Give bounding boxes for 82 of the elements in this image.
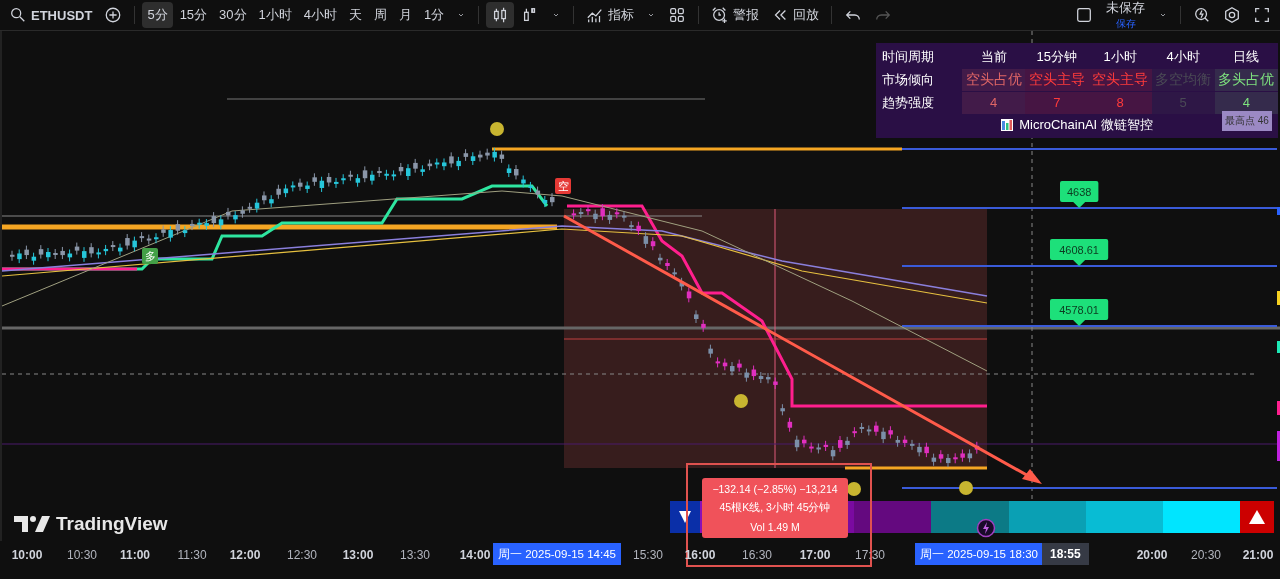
down-triangle-icon [679,511,691,523]
time-axis-label: 15:30 [633,548,663,562]
highest-point-tag: 最高点 46 [1222,111,1272,131]
interval-button[interactable]: 周 [369,2,393,28]
tooltip-text: 45根K线, 3小时 45分钟 [718,501,832,515]
symbol-search-button[interactable]: ETHUSDT [4,2,98,28]
interval-button[interactable]: 5分 [142,2,173,28]
time-axis-label: 16:30 [742,548,772,562]
price-scale-marker [1277,401,1280,415]
price-level-tag: 4578.01 [1049,299,1109,326]
time-axis-label: 10:00 [11,548,43,562]
search-icon [9,6,27,24]
alert-button[interactable]: 警报 [706,2,765,28]
watermark-logo-text: TradingView [56,513,168,535]
up-triangle-icon [1249,510,1265,524]
time-axis-label: 21:00 [1242,548,1274,562]
table-header: 当前 [979,47,1008,66]
table-cell: 4 [962,91,1026,114]
price-scale-marker [1277,291,1280,305]
time-axis-label: 20:30 [1191,548,1221,562]
table-row-label: 市场倾向 [881,70,935,89]
settings-icon [1223,6,1241,24]
interval-button[interactable]: 1小时 [253,2,297,28]
lightning-search-icon [1193,6,1211,24]
range-start-label: 周一 2025-09-15 14:45 [493,543,621,565]
table-cell: 空头主导 [1088,68,1152,91]
table-cell: 7 [1025,91,1089,114]
table-header: 15分钟 [1035,47,1078,66]
lightning-icon [976,518,996,538]
signal-dot [490,122,504,136]
table-header: 4小时 [1165,47,1201,66]
time-axis-label: 12:00 [229,548,261,562]
panel-footer-text: MicroChainAI 微链智控 [1019,116,1153,134]
time-axis-label: 12:30 [287,548,317,562]
save-layout-button[interactable]: 未保存 保存 [1100,0,1151,31]
interval-button[interactable]: 1分 [419,2,450,28]
signal-dot [959,481,973,495]
time-axis-label: 17:00 [799,548,831,562]
time-axis-label: 13:00 [342,548,374,562]
table-row-label: 趋势强度 [881,93,935,112]
chart-logo-icon [1001,119,1014,131]
table-header: 日线 [1232,47,1261,66]
table-cell: 空头主导 [1025,68,1089,91]
interval-button[interactable]: 天 [344,2,368,28]
interval-button[interactable]: 30分 [214,2,252,28]
signal-dot [734,394,748,408]
table-cell: 多头占优 [1214,68,1278,91]
table-cell: 4 [1214,91,1278,114]
time-axis-label: 20:00 [1136,548,1168,562]
price-scale-marker [1277,341,1280,353]
price-scale-marker [1277,207,1280,215]
tooltip-text: −132.14 (−2.85%) −13,214 [711,483,839,495]
table-row-label: 时间周期 [881,47,935,66]
interval-button[interactable]: 4小时 [298,2,343,28]
table-header: 1小时 [1102,47,1138,66]
tooltip-text: Vol 1.49 M [749,521,801,533]
candles-chart-type-button[interactable] [486,2,515,28]
price-level-tag: 4608.61 [1049,239,1109,266]
table-cell: 空头占优 [962,68,1026,91]
time-axis-label: 11:30 [177,548,207,562]
signal-marker: 多 [142,248,158,264]
plus-circle-icon [104,6,123,24]
time-axis-label: 14:00 [459,548,491,562]
signal-marker: 空 [555,178,571,194]
fullscreen-icon [1253,6,1271,24]
table-cell: 8 [1088,91,1152,114]
replay-button[interactable]: 回放 [766,2,825,28]
interval-button[interactable]: 月 [394,2,418,28]
alarm-clock-icon [711,6,730,24]
price-level-tag: 4638 [1059,181,1099,208]
square-icon [1075,6,1093,24]
time-axis-label: 11:00 [120,548,150,562]
interval-button[interactable]: 15分 [174,2,213,28]
signal-dot [847,482,861,496]
cursor-time-label: 18:55 [1042,543,1089,565]
tradingview-logo-icon [14,516,50,532]
time-axis-label: 13:30 [400,548,430,562]
price-scale-marker [1277,431,1280,461]
time-axis-label: 10:30 [67,548,97,562]
indicators-button[interactable]: 指标 [581,2,640,28]
grid-icon [668,6,687,24]
range-end-label: 周一 2025-09-15 18:30 [915,543,1043,565]
